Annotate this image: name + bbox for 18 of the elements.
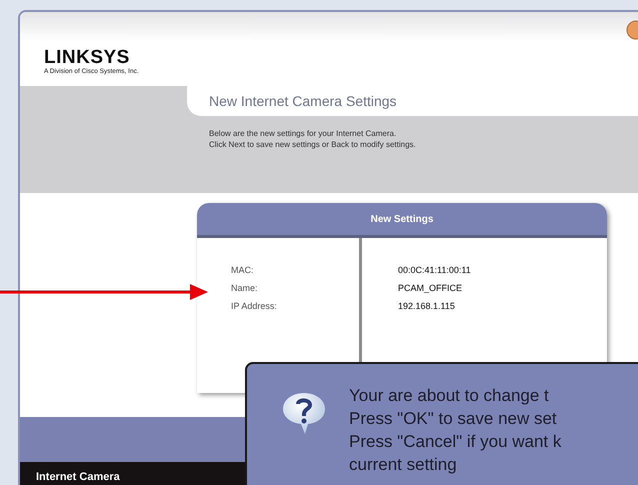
setting-label: MAC: [231, 264, 254, 277]
description-text: Click Next to save new settings or Back to modify settings. [209, 139, 417, 150]
dialog-message: Press "Cancel" if you want k [349, 431, 562, 453]
arrow-icon [0, 284, 208, 300]
setting-label: Name: [231, 282, 259, 295]
logo-text: LINKSYS [44, 48, 131, 68]
setting-value: 00:0C:41:11:00:11 [398, 264, 471, 277]
card-header: New Settings [197, 203, 607, 238]
question-icon [281, 390, 327, 436]
setting-label: IP Address: [231, 300, 278, 313]
dialog-message: Your are about to change t [349, 385, 550, 407]
setting-value: 192.168.1.115 [398, 300, 456, 313]
dialog-message: Press "OK" to save new set [349, 408, 558, 430]
dialog-message: current setting [349, 454, 458, 476]
setting-value: PCAM_OFFICE [398, 282, 464, 295]
description-text: Below are the new settings for your Internet Camera. [209, 128, 398, 139]
page-title: New Internet Camera Settings [209, 93, 397, 109]
product-name: Internet Camera [36, 471, 120, 483]
